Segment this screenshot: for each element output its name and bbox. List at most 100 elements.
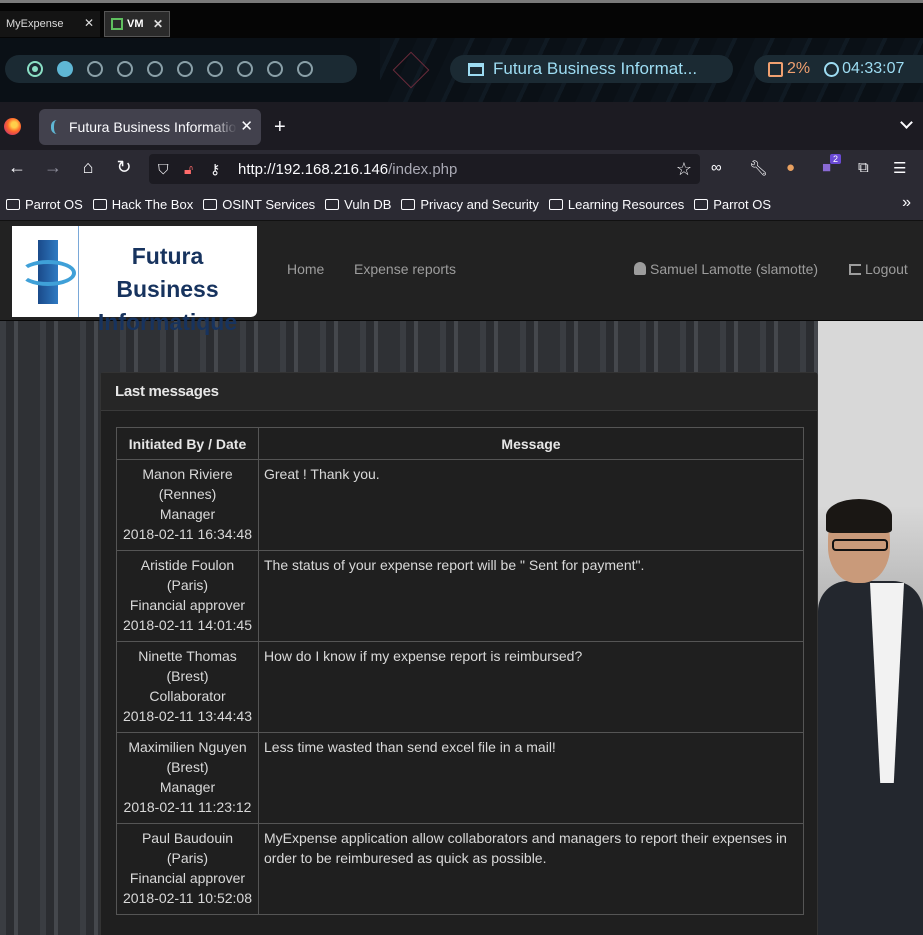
workspace-7[interactable] — [207, 61, 223, 77]
new-tab-icon[interactable]: + — [274, 116, 286, 139]
bookmark-folder[interactable]: Learning Resources — [548, 197, 684, 212]
last-messages-panel: Last messages Initiated By / Date Messag… — [100, 372, 818, 935]
window-icon — [468, 62, 484, 76]
workspace-2[interactable] — [57, 61, 73, 77]
workspace-9[interactable] — [267, 61, 283, 77]
folder-icon — [325, 198, 340, 210]
logo-line-2: Informatique — [97, 309, 238, 335]
host-tab-strip: MyExpense ✕ VM ✕ — [0, 0, 923, 38]
workspace-8[interactable] — [237, 61, 253, 77]
close-icon[interactable]: ✕ — [153, 17, 163, 31]
back-icon[interactable]: ← — [5, 157, 29, 178]
nav-expense-reports[interactable]: Expense reports — [354, 261, 456, 277]
person-glasses — [832, 539, 888, 551]
bookmarks-toolbar: Parrot OS Hack The Box OSINT Services Vu… — [0, 188, 923, 221]
system-info: 2% 04:33:07 — [754, 55, 923, 83]
firefox-icon[interactable] — [4, 118, 21, 135]
extension-fox-icon[interactable]: ● — [786, 159, 795, 176]
message-date: 2018-02-11 10:52:08 — [123, 890, 252, 906]
url-bar[interactable]: ⛉ 🔓︎ ⚷ http://192.168.216.146/index.php … — [149, 154, 700, 184]
workspace-3[interactable] — [87, 61, 103, 77]
browser-tab-bar: Futura Business Informatio ✕ + — [0, 102, 923, 150]
cpu-usage: 2% — [768, 60, 810, 78]
initiator-city: (Paris) — [166, 850, 209, 866]
vm-icon — [111, 18, 123, 30]
bookmark-folder[interactable]: Parrot OS — [6, 197, 83, 212]
workspace-5[interactable] — [147, 61, 163, 77]
web-page: Futura Business Informatique Home Expens… — [0, 221, 923, 935]
initiator-city: (Brest) — [166, 668, 209, 684]
bookmark-folder[interactable]: Parrot OS — [694, 197, 771, 212]
extensions-puzzle-icon[interactable]: ⧉ — [858, 159, 869, 176]
workspace-4[interactable] — [117, 61, 133, 77]
nav-user[interactable]: Samuel Lamotte (slamotte) — [634, 261, 818, 277]
desktop-panel: Futura Business Informat... 2% 04:33:07 — [0, 38, 923, 102]
infinity-icon[interactable]: ∞ — [711, 159, 722, 176]
table-row: Ninette Thomas (Brest) Collaborator 2018… — [116, 641, 804, 733]
site-logo[interactable]: Futura Business Informatique — [12, 226, 257, 335]
message-cell: Great ! Thank you. — [258, 459, 804, 551]
bookmark-folder[interactable]: OSINT Services — [203, 197, 315, 212]
nav-logout[interactable]: Logout — [849, 261, 908, 277]
browser-tab-active[interactable]: Futura Business Informatio ✕ — [39, 109, 261, 145]
initiator-city: (Rennes) — [158, 486, 217, 502]
initiator-cell: Ninette Thomas (Brest) Collaborator 2018… — [116, 641, 259, 733]
person-hair — [826, 499, 892, 533]
message-cell: How do I know if my expense report is re… — [258, 641, 804, 733]
cpu-value: 2% — [787, 60, 811, 77]
bookmark-label: Parrot OS — [25, 196, 83, 212]
initiator-role: Collaborator — [149, 688, 226, 704]
home-icon[interactable]: ⌂ — [76, 157, 100, 178]
close-icon[interactable]: ✕ — [84, 16, 94, 30]
workspace-6[interactable] — [177, 61, 193, 77]
folder-icon — [92, 198, 107, 210]
user-name: Samuel Lamotte (slamotte) — [650, 261, 819, 277]
chevron-right-icon[interactable]: » — [902, 194, 911, 212]
initiator-name: Maximilien Nguyen — [128, 739, 247, 755]
close-tab-icon[interactable]: ✕ — [240, 117, 253, 135]
column-header: Message — [258, 427, 804, 460]
workspace-1[interactable] — [27, 61, 43, 77]
url-host: http://192.168.216.146 — [238, 161, 389, 178]
forward-icon[interactable]: → — [41, 157, 65, 178]
host-tab-vm[interactable]: VM ✕ — [104, 11, 170, 37]
bookmark-label: Parrot OS — [713, 196, 772, 212]
url-text[interactable]: http://192.168.216.146/index.php — [238, 161, 457, 178]
wrench-icon[interactable]: 🔧︎ — [749, 159, 768, 177]
navigation-toolbar: ← → ⌂ ↻ ⛉ 🔓︎ ⚷ http://192.168.216.146/in… — [0, 150, 923, 188]
message-date: 2018-02-11 16:34:48 — [123, 526, 252, 542]
initiator-role: Manager — [159, 779, 216, 795]
folder-icon — [401, 198, 416, 210]
message-date: 2018-02-11 13:44:43 — [123, 708, 252, 724]
host-tab-label: MyExpense — [6, 18, 64, 30]
workspace-10[interactable] — [297, 61, 313, 77]
favicon-icon — [51, 120, 63, 134]
logo-text: Futura Business Informatique — [80, 240, 255, 339]
host-tab-myexpense[interactable]: MyExpense ✕ — [0, 11, 100, 37]
shield-icon[interactable]: ⛉ — [158, 161, 169, 178]
chevron-down-icon[interactable] — [900, 116, 913, 129]
message-cell: Less time wasted than send excel file in… — [258, 732, 804, 824]
active-window-title[interactable]: Futura Business Informat... — [450, 55, 733, 83]
folder-icon — [548, 198, 563, 210]
bookmark-folder[interactable]: Vuln DB — [325, 197, 391, 212]
message-cell: MyExpense application allow collaborator… — [258, 823, 804, 915]
bookmark-folder[interactable]: Privacy and Security — [401, 197, 539, 212]
insecure-lock-icon[interactable]: 🔓︎ — [184, 161, 193, 178]
bookmark-folder[interactable]: Hack The Box — [92, 196, 194, 212]
initiator-city: (Paris) — [166, 577, 209, 593]
message-cell: The status of your expense report will b… — [258, 550, 804, 642]
initiator-name: Manon Riviere — [142, 466, 233, 482]
nav-home[interactable]: Home — [287, 261, 324, 277]
bookmark-label: Hack The Box — [111, 196, 194, 212]
site-navbar: Futura Business Informatique Home Expens… — [0, 221, 923, 335]
folder-icon — [203, 198, 218, 210]
key-icon[interactable]: ⚷ — [210, 161, 220, 178]
clock-value: 04:33:07 — [842, 60, 905, 77]
table-row: Aristide Foulon (Paris) Financial approv… — [116, 550, 804, 642]
initiator-role: Financial approver — [129, 870, 246, 886]
logo-graphic — [18, 236, 78, 308]
menu-icon[interactable]: ☰ — [893, 159, 906, 177]
reload-icon[interactable]: ↻ — [112, 157, 136, 178]
bookmark-star-icon[interactable]: ☆ — [676, 159, 692, 180]
